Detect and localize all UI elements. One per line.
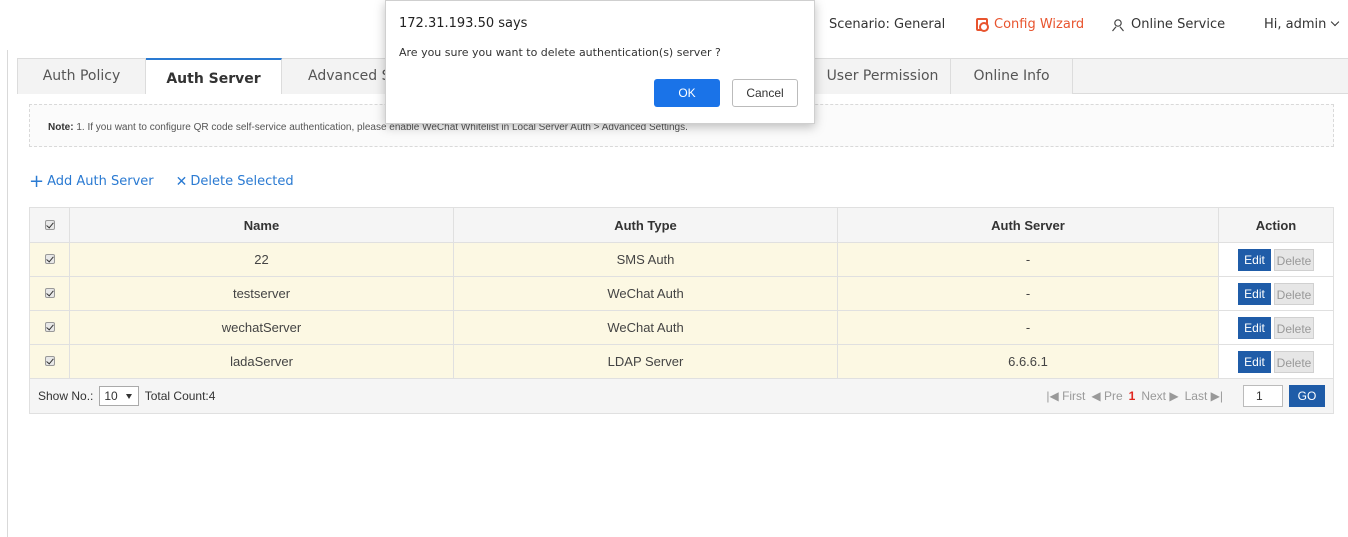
- scenario-selector[interactable]: Scenario: General: [829, 17, 945, 32]
- online-service-label: Online Service: [1131, 17, 1226, 32]
- toolbar: + Add Auth Server ✕ Delete Selected: [29, 170, 294, 192]
- prev-page-icon: ◀: [1091, 389, 1101, 403]
- page-size-select[interactable]: 10: [99, 386, 139, 406]
- scenario-label: Scenario:: [829, 17, 890, 32]
- row-checkbox-cell[interactable]: [29, 344, 70, 379]
- column-header-action: Action: [1218, 207, 1334, 243]
- cell-action: Edit Delete: [1218, 344, 1334, 379]
- edit-button[interactable]: Edit: [1238, 248, 1271, 271]
- cell-name: testserver: [69, 276, 454, 311]
- delete-selected-button[interactable]: ✕ Delete Selected: [176, 174, 294, 189]
- edit-button[interactable]: Edit: [1238, 316, 1271, 339]
- person-icon: [1112, 18, 1124, 31]
- tab-auth-server[interactable]: Auth Server: [146, 58, 282, 94]
- confirm-dialog: 172.31.193.50 says Are you sure you want…: [385, 0, 815, 124]
- cell-name: wechatServer: [69, 310, 454, 345]
- row-checkbox[interactable]: [44, 356, 55, 366]
- edit-button[interactable]: Edit: [1238, 350, 1271, 373]
- column-header-name: Name: [69, 207, 454, 243]
- show-no-label: Show No.:: [38, 389, 94, 403]
- prev-page-link[interactable]: ◀ Pre: [1091, 389, 1122, 403]
- tab-user-permission[interactable]: User Permission: [815, 59, 951, 94]
- close-icon: ✕: [175, 173, 188, 190]
- config-wizard-link[interactable]: Config Wizard: [976, 17, 1084, 32]
- scenario-value: General: [894, 17, 946, 32]
- select-all-checkbox[interactable]: [44, 219, 55, 230]
- left-divider: [7, 50, 8, 537]
- chevron-down-icon: [1331, 17, 1340, 27]
- greeting-text: Hi, admin: [1264, 17, 1327, 32]
- last-page-icon: ▶|: [1210, 389, 1223, 403]
- table-header-row: Name Auth Type Auth Server Action: [29, 207, 1334, 243]
- delete-button[interactable]: Delete: [1274, 350, 1314, 373]
- last-page-label: Last: [1184, 389, 1208, 403]
- table-row: 22 SMS Auth - Edit Delete: [29, 242, 1334, 277]
- row-checkbox-cell[interactable]: [29, 276, 70, 311]
- tab-auth-policy[interactable]: Auth Policy: [18, 59, 146, 94]
- current-page: 1: [1128, 389, 1136, 403]
- row-checkbox[interactable]: [44, 322, 55, 332]
- next-page-label: Next: [1141, 389, 1167, 403]
- delete-button[interactable]: Delete: [1274, 248, 1314, 271]
- cell-auth-type: WeChat Auth: [453, 276, 838, 311]
- tab-advanced-settings[interactable]: Advanced S: [282, 59, 402, 94]
- edit-button[interactable]: Edit: [1238, 282, 1271, 305]
- add-auth-server-button[interactable]: + Add Auth Server: [29, 170, 154, 192]
- cell-action: Edit Delete: [1218, 310, 1334, 345]
- note-label: Note:: [48, 122, 74, 133]
- pager-cell: Show No.: 10 Total Count:4 |◀ First ◀ Pr…: [29, 378, 1334, 414]
- cell-auth-server: -: [837, 276, 1219, 311]
- cell-action: Edit Delete: [1218, 276, 1334, 311]
- table-row: ladaServer LDAP Server 6.6.6.1 Edit Delet…: [29, 344, 1334, 379]
- page-size-value: 10: [104, 389, 118, 403]
- pager-row: Show No.: 10 Total Count:4 |◀ First ◀ Pr…: [29, 378, 1334, 414]
- page-number-input[interactable]: 1: [1243, 385, 1283, 407]
- online-service-link[interactable]: Online Service: [1111, 17, 1225, 32]
- last-page-link[interactable]: Last ▶|: [1185, 389, 1223, 403]
- first-page-link[interactable]: |◀ First: [1046, 389, 1085, 403]
- go-button[interactable]: GO: [1289, 385, 1325, 407]
- prev-page-label: Pre: [1103, 389, 1123, 403]
- cell-auth-server: -: [837, 310, 1219, 345]
- row-checkbox-cell[interactable]: [29, 242, 70, 277]
- next-page-link[interactable]: Next ▶: [1141, 389, 1178, 403]
- cell-auth-type: SMS Auth: [453, 242, 838, 277]
- cancel-button[interactable]: Cancel: [732, 79, 798, 107]
- select-all-cell[interactable]: [29, 207, 70, 243]
- tab-user-permission-label: User Permission: [826, 68, 939, 84]
- cell-auth-server: -: [837, 242, 1219, 277]
- next-page-icon: ▶: [1169, 389, 1179, 403]
- first-page-icon: |◀: [1046, 389, 1059, 403]
- row-checkbox[interactable]: [44, 254, 55, 264]
- row-checkbox[interactable]: [44, 288, 55, 298]
- total-count: Total Count:4: [144, 389, 216, 403]
- cell-name: ladaServer: [69, 344, 454, 379]
- add-auth-server-label: Add Auth Server: [47, 174, 154, 189]
- config-wizard-label: Config Wizard: [994, 17, 1085, 32]
- dialog-title: 172.31.193.50 says: [399, 16, 528, 31]
- auth-server-table: Name Auth Type Auth Server Action 22 SMS…: [29, 207, 1334, 414]
- cell-name: 22: [69, 242, 454, 277]
- cell-auth-server: 6.6.6.1: [837, 344, 1219, 379]
- first-page-label: First: [1062, 389, 1086, 403]
- column-header-auth-server: Auth Server: [837, 207, 1219, 243]
- cell-action: Edit Delete: [1218, 242, 1334, 277]
- column-header-auth-type: Auth Type: [453, 207, 838, 243]
- tab-online-info[interactable]: Online Info: [951, 59, 1073, 94]
- cell-auth-type: LDAP Server: [453, 344, 838, 379]
- cell-auth-type: WeChat Auth: [453, 310, 838, 345]
- caret-down-icon: [125, 393, 132, 399]
- delete-selected-label: Delete Selected: [190, 174, 294, 189]
- ok-button[interactable]: OK: [654, 79, 720, 107]
- delete-button[interactable]: Delete: [1274, 316, 1314, 339]
- wizard-icon: [976, 18, 989, 32]
- row-checkbox-cell[interactable]: [29, 310, 70, 345]
- dialog-message: Are you sure you want to delete authenti…: [399, 46, 721, 59]
- delete-button[interactable]: Delete: [1274, 282, 1314, 305]
- table-row: testserver WeChat Auth - Edit Delete: [29, 276, 1334, 311]
- user-menu[interactable]: Hi, admin: [1264, 17, 1340, 32]
- plus-icon: +: [29, 170, 45, 192]
- table-row: wechatServer WeChat Auth - Edit Delete: [29, 310, 1334, 345]
